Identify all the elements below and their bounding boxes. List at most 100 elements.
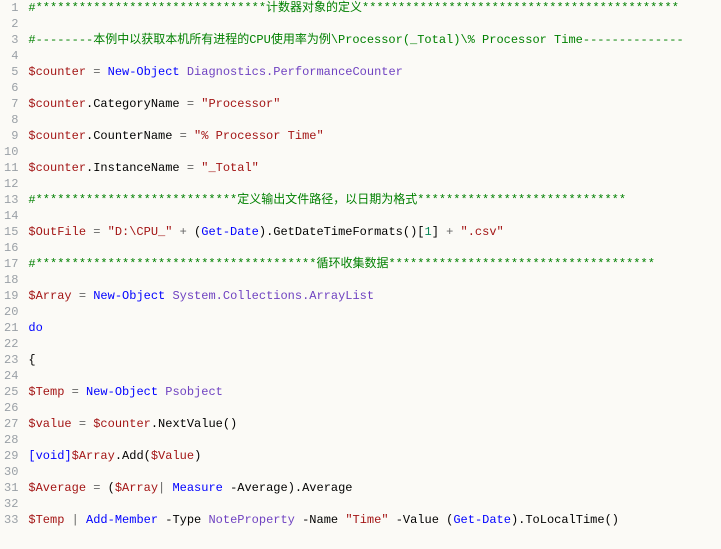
code-line xyxy=(28,176,717,192)
code-line: #--------本例中以获取本机所有进程的CPU使用率为例\Processor… xyxy=(28,32,717,48)
token: NoteProperty xyxy=(208,513,294,527)
token: ] xyxy=(432,225,439,239)
token: -Type xyxy=(158,513,208,527)
code-line xyxy=(28,144,717,160)
token: "Processor" xyxy=(201,97,280,111)
line-number: 27 xyxy=(4,416,18,432)
line-number: 30 xyxy=(4,464,18,480)
code-line xyxy=(28,464,717,480)
code-line xyxy=(28,368,717,384)
token: $OutFile xyxy=(28,225,86,239)
token: $Temp xyxy=(28,513,64,527)
line-number: 6 xyxy=(4,80,18,96)
line-number: 17 xyxy=(4,256,18,272)
token xyxy=(187,129,194,143)
token: New-Object xyxy=(108,65,180,79)
code-line: $value = $counter.NextValue() xyxy=(28,416,717,432)
line-number: 9 xyxy=(4,128,18,144)
token: + xyxy=(439,225,461,239)
token: $value xyxy=(28,417,71,431)
token: = xyxy=(64,385,86,399)
line-number: 18 xyxy=(4,272,18,288)
code-line: { xyxy=(28,352,717,368)
code-line xyxy=(28,240,717,256)
line-number: 3 xyxy=(4,32,18,48)
code-line xyxy=(28,432,717,448)
token: = xyxy=(86,225,108,239)
code-line xyxy=(28,16,717,32)
token: .Add( xyxy=(115,449,151,463)
line-number: 31 xyxy=(4,480,18,496)
code-line xyxy=(28,336,717,352)
line-number: 14 xyxy=(4,208,18,224)
token: #****************************定义输出文件路径，以日… xyxy=(28,193,626,207)
token: Add-Member xyxy=(86,513,158,527)
token: .ToLocalTime() xyxy=(518,513,619,527)
code-line: #***************************************… xyxy=(28,256,717,272)
token: #***************************************… xyxy=(28,257,655,271)
token: $Array xyxy=(72,449,115,463)
code-line: #********************************计数器对象的定… xyxy=(28,0,717,16)
token: New-Object xyxy=(86,385,158,399)
code-editor: 1234567891011121314151617181920212223242… xyxy=(0,0,721,528)
code-line: $Average = ($Array| Measure -Average).Av… xyxy=(28,480,717,496)
code-line: do xyxy=(28,320,717,336)
line-number: 8 xyxy=(4,112,18,128)
token: New-Object xyxy=(93,289,165,303)
code-line: $counter.CategoryName = "Processor" xyxy=(28,96,717,112)
code-area: #********************************计数器对象的定… xyxy=(24,0,721,528)
token: { xyxy=(28,353,35,367)
token: ] xyxy=(64,449,71,463)
code-line: [void]$Array.Add($Value) xyxy=(28,448,717,464)
token: $counter xyxy=(93,417,151,431)
token: ) xyxy=(259,225,266,239)
token: "_Total" xyxy=(201,161,259,175)
line-number: 21 xyxy=(4,320,18,336)
line-number: 23 xyxy=(4,352,18,368)
token: .CategoryName xyxy=(86,97,187,111)
line-number: 10 xyxy=(4,144,18,160)
token: .CounterName xyxy=(86,129,180,143)
token: = xyxy=(187,97,194,111)
line-number: 26 xyxy=(4,400,18,416)
line-number: 12 xyxy=(4,176,18,192)
token: -Average xyxy=(223,481,288,495)
line-number: 20 xyxy=(4,304,18,320)
code-line xyxy=(28,208,717,224)
token: $Temp xyxy=(28,385,64,399)
code-line: $counter.CounterName = "% Processor Time… xyxy=(28,128,717,144)
line-number: 7 xyxy=(4,96,18,112)
line-number: 16 xyxy=(4,240,18,256)
token: + xyxy=(172,225,194,239)
line-number: 13 xyxy=(4,192,18,208)
token: = xyxy=(180,129,187,143)
code-line: $Temp | Add-Member -Type NoteProperty -N… xyxy=(28,512,717,528)
token: $Average xyxy=(28,481,86,495)
token: ( xyxy=(108,481,115,495)
code-line: $counter = New-Object Diagnostics.Perfor… xyxy=(28,64,717,80)
token: .GetDateTimeFormats() xyxy=(266,225,417,239)
token: #********************************计数器对象的定… xyxy=(28,1,679,15)
token: $Array xyxy=(28,289,71,303)
token: Get-Date xyxy=(453,513,511,527)
token xyxy=(180,65,187,79)
code-line xyxy=(28,80,717,96)
line-number: 25 xyxy=(4,384,18,400)
token: = xyxy=(187,161,194,175)
token: [ xyxy=(417,225,424,239)
line-number: 4 xyxy=(4,48,18,64)
token: $Value xyxy=(151,449,194,463)
token: $counter xyxy=(28,129,86,143)
token: Measure xyxy=(172,481,222,495)
token: $counter xyxy=(28,161,86,175)
code-line: #****************************定义输出文件路径，以日… xyxy=(28,192,717,208)
code-line xyxy=(28,272,717,288)
token: = xyxy=(72,289,94,303)
token: void xyxy=(36,449,65,463)
code-line: $OutFile = "D:\CPU_" + (Get-Date).GetDat… xyxy=(28,224,717,240)
token: $counter xyxy=(28,97,86,111)
token: = xyxy=(86,481,108,495)
line-number: 15 xyxy=(4,224,18,240)
line-number: 28 xyxy=(4,432,18,448)
line-number: 19 xyxy=(4,288,18,304)
